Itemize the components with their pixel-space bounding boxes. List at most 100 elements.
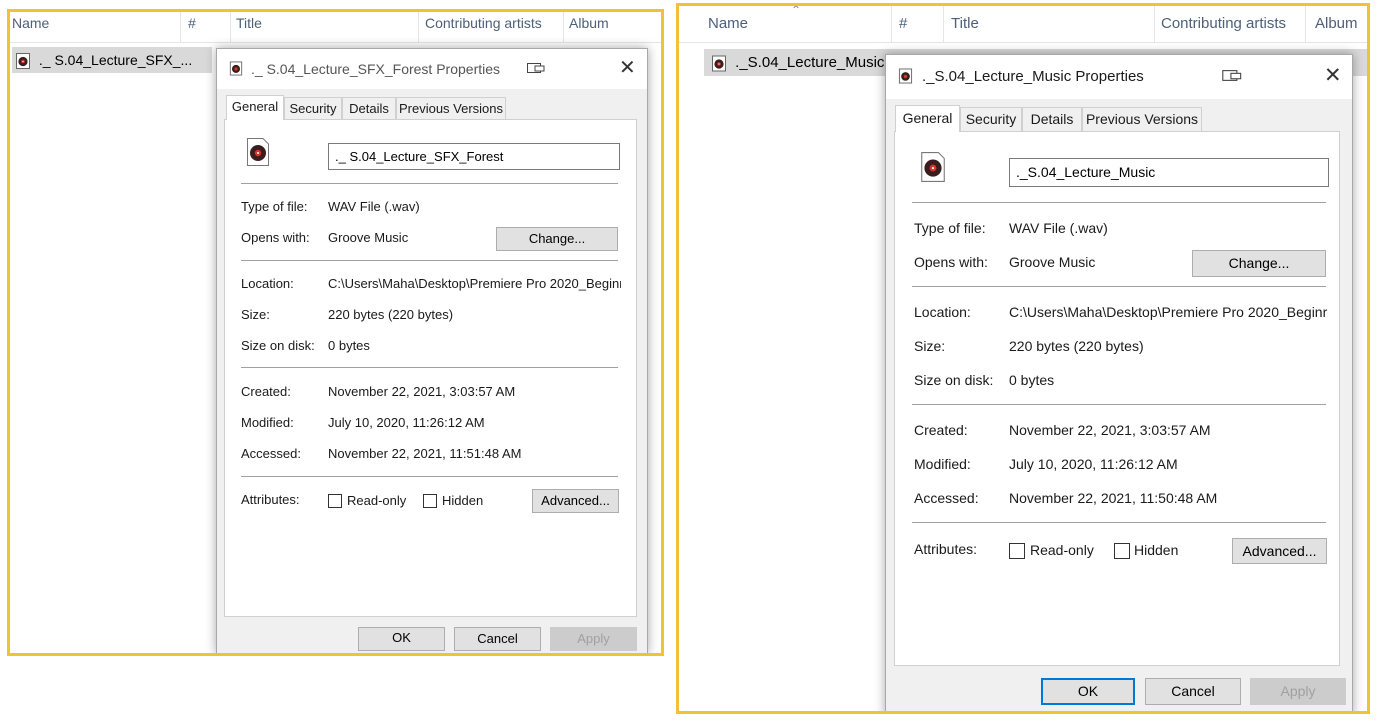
properties-dialog: ._S.04_Lecture_Music Properties ✕ Genera…: [885, 54, 1353, 711]
location-label: Location:: [241, 276, 294, 291]
opens-with-label: Opens with:: [241, 230, 310, 245]
size-value: 220 bytes (220 bytes): [1009, 338, 1144, 354]
column-header-number[interactable]: #: [186, 12, 230, 42]
cancel-button[interactable]: Cancel: [454, 627, 541, 651]
attributes-label: Attributes:: [914, 541, 978, 557]
column-header-contributing-artists[interactable]: Contributing artists: [1159, 6, 1305, 42]
read-only-checkbox[interactable]: [1009, 543, 1025, 559]
column-divider[interactable]: [943, 6, 944, 42]
tab-general[interactable]: General: [226, 95, 284, 120]
divider: [241, 476, 618, 477]
dialog-title-bar[interactable]: ._S.04_Lecture_Music Properties ✕: [886, 55, 1352, 99]
ok-button[interactable]: OK: [1041, 678, 1135, 705]
dialog-title: ._ S.04_Lecture_SFX_Forest Properties: [251, 61, 501, 77]
column-header-album[interactable]: Album: [567, 12, 657, 42]
location-value: C:\Users\Maha\Desktop\Premiere Pro 2020_…: [1009, 304, 1328, 320]
apply-button[interactable]: Apply: [550, 627, 637, 651]
divider: [241, 183, 618, 184]
modified-label: Modified:: [241, 415, 294, 430]
accessed-value: November 22, 2021, 11:51:48 AM: [328, 446, 522, 461]
file-row-name: ._S.04_Lecture_Music: [735, 54, 885, 71]
divider: [241, 260, 618, 261]
size-label: Size:: [241, 307, 270, 322]
tab-previous-versions[interactable]: Previous Versions: [1082, 107, 1202, 131]
advanced-button[interactable]: Advanced...: [1232, 538, 1327, 564]
column-header-contributing-artists[interactable]: Contributing artists: [423, 12, 563, 42]
divider: [912, 286, 1326, 287]
hidden-checkbox[interactable]: [423, 494, 437, 508]
created-value: November 22, 2021, 3:03:57 AM: [1009, 422, 1211, 438]
column-divider[interactable]: [180, 12, 181, 42]
size-on-disk-label: Size on disk:: [914, 372, 994, 388]
read-only-label[interactable]: Read-only: [347, 493, 406, 508]
audio-file-icon: [711, 55, 727, 72]
column-divider[interactable]: [230, 12, 231, 42]
divider: [912, 404, 1326, 405]
column-header-album[interactable]: Album: [1313, 6, 1367, 42]
dialog-title-bar[interactable]: ._ S.04_Lecture_SFX_Forest Properties ✕: [217, 49, 647, 89]
file-row[interactable]: ._ S.04_Lecture_SFX_...: [12, 47, 212, 73]
type-of-file-value: WAV File (.wav): [1009, 220, 1108, 236]
tab-previous-versions[interactable]: Previous Versions: [396, 97, 506, 119]
size-label: Size:: [914, 338, 946, 354]
location-label: Location:: [914, 304, 971, 320]
audio-file-icon: [15, 53, 31, 70]
dialog-title: ._S.04_Lecture_Music Properties: [922, 68, 1144, 85]
column-header-title[interactable]: Title: [949, 6, 1154, 42]
column-header-title[interactable]: Title: [234, 12, 418, 42]
hidden-label[interactable]: Hidden: [442, 493, 483, 508]
column-header-name[interactable]: Name: [10, 12, 180, 42]
close-icon[interactable]: ✕: [1324, 65, 1342, 86]
divider: [912, 202, 1326, 203]
read-only-label[interactable]: Read-only: [1030, 542, 1094, 558]
advanced-button[interactable]: Advanced...: [532, 489, 619, 513]
cancel-button[interactable]: Cancel: [1145, 678, 1241, 705]
tab-security[interactable]: Security: [960, 107, 1022, 131]
column-header-name[interactable]: Name: [706, 6, 891, 42]
size-value: 220 bytes (220 bytes): [328, 307, 454, 322]
file-name-field[interactable]: ._S.04_Lecture_Music: [1009, 158, 1329, 187]
type-of-file-value: WAV File (.wav): [328, 199, 420, 214]
column-divider[interactable]: [418, 12, 419, 42]
change-button[interactable]: Change...: [1192, 250, 1326, 277]
column-header-number[interactable]: #: [897, 6, 945, 42]
opens-with-value: Groove Music: [328, 230, 409, 245]
opens-with-label: Opens with:: [914, 254, 988, 270]
type-of-file-label: Type of file:: [241, 199, 308, 214]
change-button[interactable]: Change...: [496, 227, 618, 251]
tab-details[interactable]: Details: [1022, 107, 1082, 131]
apply-button[interactable]: Apply: [1250, 678, 1346, 705]
modified-value: July 10, 2020, 11:26:12 AM: [328, 415, 485, 430]
hidden-checkbox[interactable]: [1114, 543, 1130, 559]
column-divider[interactable]: [1154, 6, 1155, 42]
ok-button[interactable]: OK: [358, 627, 445, 651]
audio-file-icon: [920, 152, 946, 182]
tab-security[interactable]: Security: [284, 97, 342, 119]
column-header-bar: ⌃ Name # Title Contributing artists Albu…: [679, 6, 1367, 43]
left-explorer-panel: Name # Title Contributing artists Album …: [7, 9, 664, 656]
tab-general[interactable]: General: [895, 105, 960, 132]
column-divider[interactable]: [563, 12, 564, 42]
hidden-label[interactable]: Hidden: [1134, 542, 1178, 558]
file-name-field[interactable]: ._ S.04_Lecture_SFX_Forest: [328, 143, 620, 170]
size-on-disk-label: Size on disk:: [241, 338, 315, 353]
tab-details[interactable]: Details: [342, 97, 396, 119]
column-divider[interactable]: [1305, 6, 1306, 42]
audio-file-icon: [246, 138, 270, 166]
audio-file-icon: [229, 61, 243, 76]
general-tab-page: ._S.04_Lecture_Music Type of file: WAV F…: [894, 131, 1340, 666]
created-label: Created:: [914, 422, 968, 438]
close-icon[interactable]: ✕: [619, 58, 636, 78]
right-explorer-panel: ⌃ Name # Title Contributing artists Albu…: [676, 3, 1370, 714]
accessed-label: Accessed:: [914, 490, 979, 506]
snap-icon[interactable]: [1222, 69, 1242, 85]
audio-file-icon: [898, 68, 913, 84]
created-value: November 22, 2021, 3:03:57 AM: [328, 384, 516, 399]
location-value: C:\Users\Maha\Desktop\Premiere Pro 2020_…: [328, 276, 621, 291]
modified-label: Modified:: [914, 456, 971, 472]
general-tab-page: ._ S.04_Lecture_SFX_Forest Type of file:…: [224, 119, 637, 617]
column-divider[interactable]: [891, 6, 892, 42]
modified-value: July 10, 2020, 11:26:12 AM: [1009, 456, 1178, 472]
snap-icon[interactable]: [527, 62, 545, 77]
read-only-checkbox[interactable]: [328, 494, 342, 508]
